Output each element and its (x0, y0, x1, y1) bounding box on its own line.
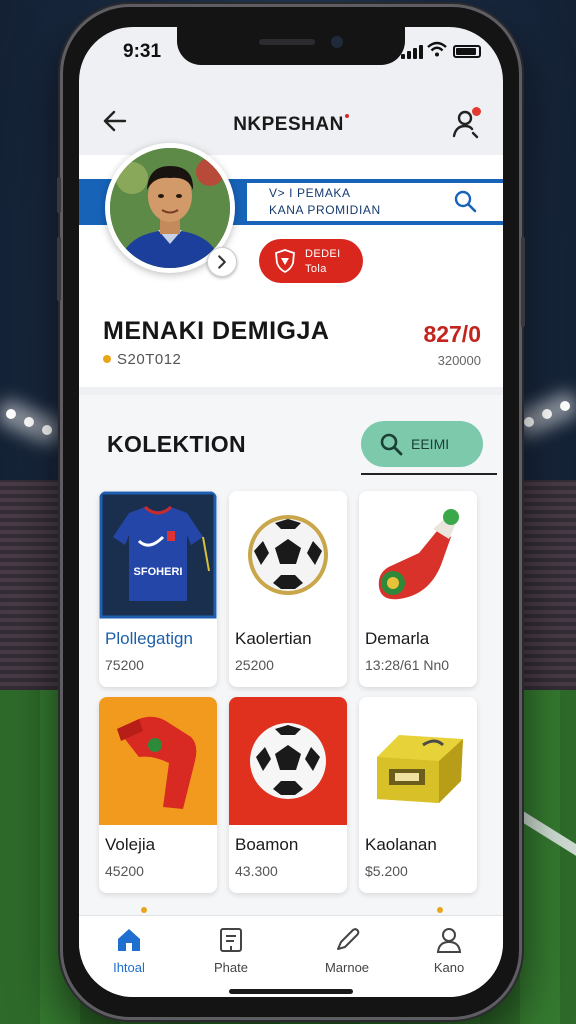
phone-frame: 9:31 NKPESHAN V> I PEMAKA KANA PROMIDIAN… (57, 4, 525, 1020)
status-time: 9:31 (123, 41, 162, 62)
card-name: Demarla (365, 629, 430, 648)
scroll-indicator-left (141, 907, 147, 913)
user-id: S20T012 (117, 351, 182, 368)
app-screen: 9:31 NKPESHAN V> I PEMAKA KANA PROMIDIAN… (79, 27, 503, 997)
boot-image (359, 491, 477, 619)
status-dot (103, 355, 111, 363)
collection-search-button[interactable]: EEIMI (361, 421, 483, 467)
card-price: 45200 (105, 863, 144, 879)
team-badge-button[interactable]: DEDEI Tola (259, 239, 363, 283)
collection-card[interactable]: Demarla 13:28/61 Nn0 (359, 491, 477, 687)
collection-card[interactable]: Boamon 43.300 (229, 697, 347, 893)
nav-item-book[interactable]: Phate (191, 926, 271, 975)
search-icon (380, 433, 403, 456)
card-name: Kaolanan (365, 835, 437, 854)
card-name: Plollegatign (105, 629, 193, 648)
nav-label: Phate (214, 960, 248, 975)
nav-item-home[interactable]: Ihtoal (89, 926, 169, 975)
search-icon[interactable] (453, 189, 477, 213)
home-icon (118, 929, 140, 951)
sock-image (99, 697, 217, 825)
football-image (229, 491, 347, 619)
card-name: Volejia (105, 835, 156, 854)
search-label: EEIMI (411, 436, 450, 452)
banner-line-2: KANA PROMIDIAN (269, 203, 381, 217)
battery-icon (453, 45, 481, 58)
collection-card[interactable]: Kaolertian 25200 (229, 491, 347, 687)
user-name: MENAKI DEMIGJA (103, 317, 330, 345)
wifi-icon (427, 41, 447, 57)
profile-card: V> I PEMAKA KANA PROMIDIAN DEDEI Tola ME… (79, 143, 503, 387)
card-price: 43.300 (235, 863, 278, 879)
signal-icon (401, 45, 423, 59)
camera-notch (177, 27, 405, 65)
user-icon (436, 928, 462, 953)
badge-line-1: DEDEI (305, 248, 341, 260)
card-price: 13:28/61 Nn0 (365, 657, 450, 673)
card-name: Kaolertian (235, 629, 312, 648)
banner-line-1: V> I PEMAKA (269, 186, 351, 200)
nav-label: Kano (433, 960, 465, 975)
chevron-right-icon (218, 255, 226, 269)
bottom-nav: Ihtoal Phate Marnoe Kano (79, 915, 503, 997)
profile-menu-button[interactable] (451, 107, 483, 139)
notification-dot (472, 107, 481, 116)
points-value: 827/0 (423, 321, 481, 347)
top-bar: NKPESHAN (79, 87, 503, 147)
nav-label: Marnoe (324, 960, 370, 975)
collection-card[interactable]: Kaolanan $5.200 (359, 697, 477, 893)
nav-item-profile[interactable]: Kano (409, 926, 489, 975)
card-price: 75200 (105, 657, 144, 673)
card-price: 25200 (235, 657, 274, 673)
search-underline (361, 473, 497, 475)
avatar-edit-button[interactable] (207, 247, 237, 277)
pen-icon (337, 928, 360, 950)
collection-card[interactable]: Volejia 45200 (99, 697, 217, 893)
card-name: Boamon (235, 835, 299, 854)
football-image (229, 697, 347, 825)
svg-text:SFOHERI: SFOHERI (134, 566, 183, 578)
jersey-image: SFOHERI (99, 491, 217, 619)
collection-card[interactable]: SFOHERI Plollegatign 75200 (99, 491, 217, 687)
nav-label: Ihtoal (113, 960, 145, 975)
badge-line-2: Tola (305, 263, 327, 275)
scroll-indicator-right (437, 907, 443, 913)
page-title: NKPESHAN (79, 114, 503, 136)
book-icon (220, 928, 242, 952)
wallet-image (359, 697, 477, 825)
home-indicator[interactable] (229, 989, 353, 994)
card-price: $5.200 (365, 863, 408, 879)
points-subtext: 320000 (437, 353, 481, 368)
nav-item-pen[interactable]: Marnoe (307, 926, 387, 975)
shield-icon (275, 249, 295, 273)
collection-section: KOLEKTION EEIMI SFOHERI Plollegatign 752… (79, 395, 503, 915)
section-title: KOLEKTION (107, 431, 247, 457)
